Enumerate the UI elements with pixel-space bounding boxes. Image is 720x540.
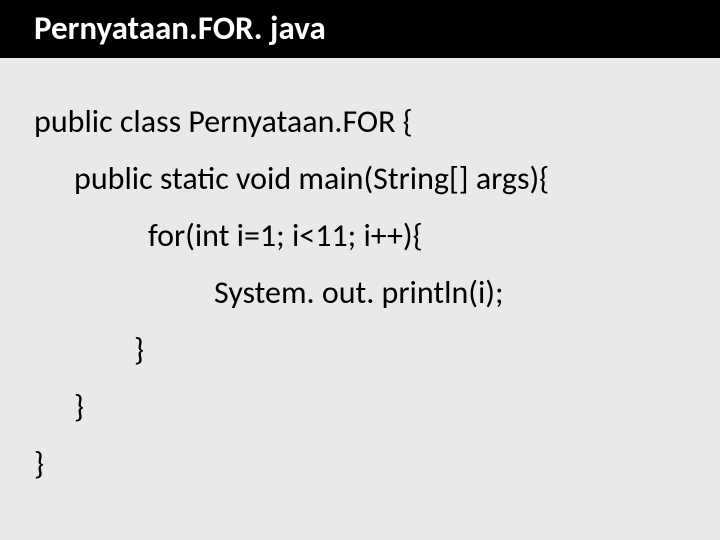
page-title: Pernyataan.FOR. java: [34, 8, 326, 48]
code-line: public class Pernyataan.FOR {: [34, 94, 720, 151]
code-line: for(int i=1; i<11; i++){: [34, 208, 720, 265]
code-line: public static void main(String[] args){: [34, 151, 720, 208]
code-block: public class Pernyataan.FOR { public sta…: [0, 58, 720, 493]
code-line: }: [34, 322, 720, 379]
title-bar: Pernyataan.FOR. java: [0, 0, 720, 58]
slide: Pernyataan.FOR. java public class Pernya…: [0, 0, 720, 540]
code-line: System. out. println(i);: [34, 265, 720, 322]
code-line: }: [34, 379, 720, 436]
code-line: }: [34, 436, 720, 493]
